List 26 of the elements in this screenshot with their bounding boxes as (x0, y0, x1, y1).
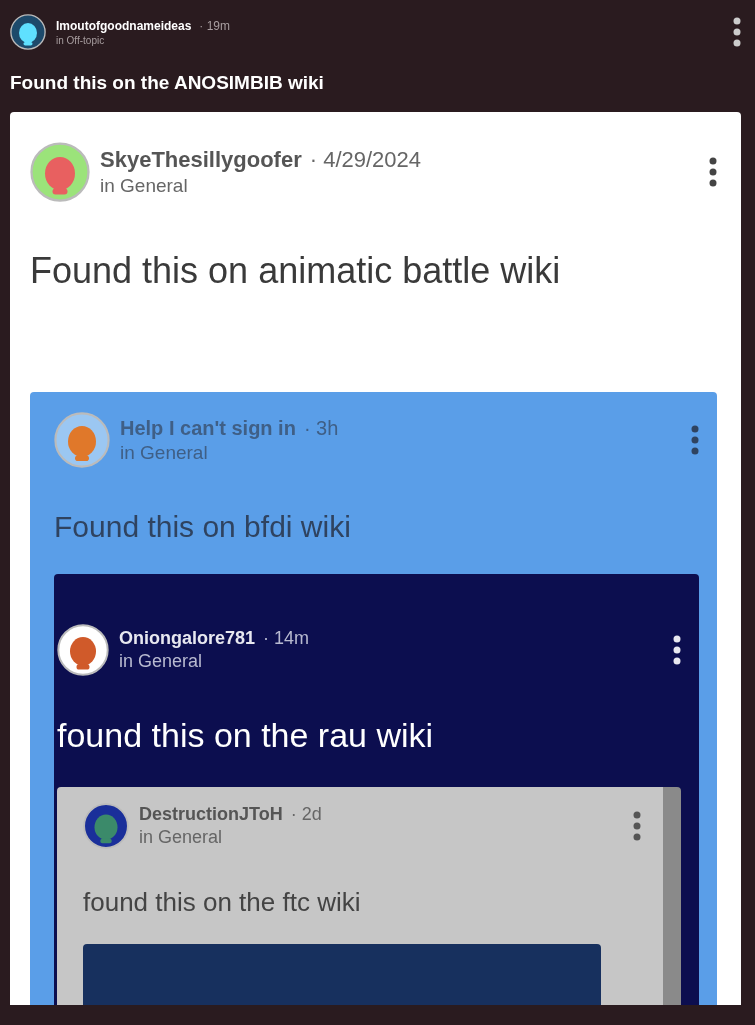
more-icon[interactable] (733, 17, 741, 47)
more-icon[interactable] (709, 157, 717, 187)
author-name[interactable]: SkyeThesillygoofer (100, 147, 302, 173)
post-title: found this on the ftc wiki (83, 887, 362, 918)
post-time: · 19m (199, 18, 231, 33)
post-time: · 2d (290, 804, 322, 825)
post-category[interactable]: in Off-topic (56, 34, 723, 46)
more-icon[interactable] (673, 635, 681, 665)
avatar (83, 803, 129, 849)
post-category[interactable]: in General (139, 827, 623, 848)
post-time: · 14m (263, 628, 310, 649)
post-time: · 4/29/2024 (309, 147, 422, 173)
post-title: Found this on bfdi wiki (54, 510, 352, 544)
avatar (57, 624, 109, 676)
avatar (10, 14, 46, 50)
avatar (30, 142, 90, 202)
post-title: Found this on the ANOSIMBIB wiki (10, 72, 325, 94)
post-category[interactable]: in General (119, 651, 663, 672)
author-name[interactable]: DestructionJToH (139, 804, 283, 825)
post-title: found this on the rau wiki (57, 716, 435, 755)
post-time: · 3h (303, 416, 339, 440)
author-name[interactable]: Oniongalore781 (119, 628, 256, 649)
author-name[interactable]: Imoutofgoodnameideas (56, 18, 192, 33)
post-title: Found this on animatic battle wiki (30, 250, 562, 292)
post-category[interactable]: in General (100, 175, 699, 197)
avatar (54, 412, 110, 468)
